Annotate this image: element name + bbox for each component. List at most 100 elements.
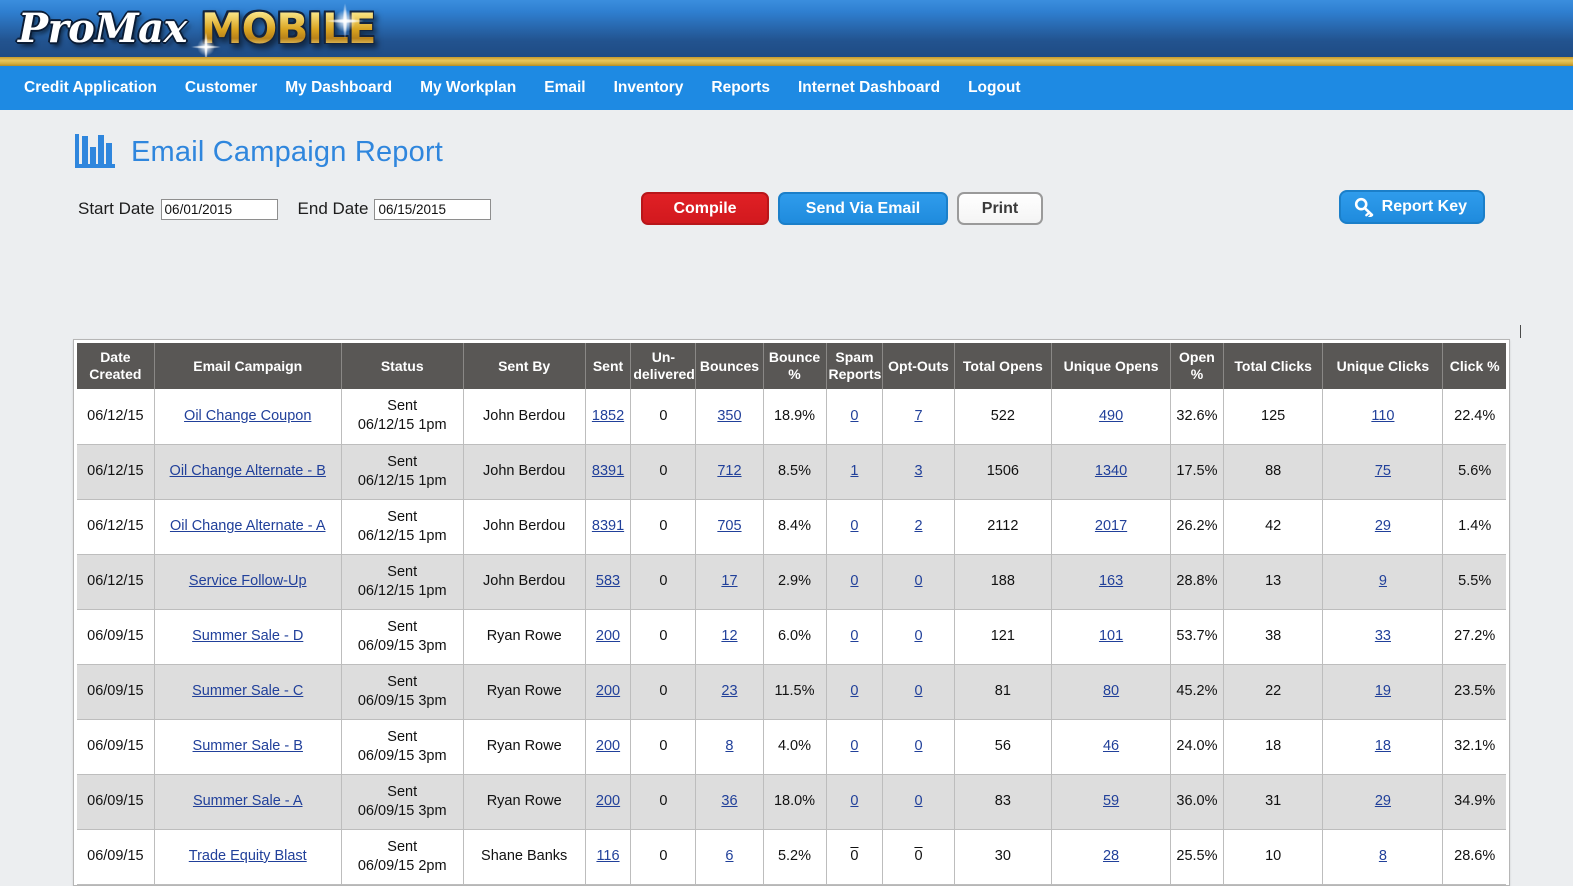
nav-item-customer[interactable]: Customer bbox=[171, 66, 271, 110]
nav-item-credit-application[interactable]: Credit Application bbox=[10, 66, 171, 110]
opt-outs-link[interactable]: 2 bbox=[914, 518, 922, 534]
bounces-link[interactable]: 23 bbox=[721, 683, 737, 699]
sent-link[interactable]: 200 bbox=[596, 738, 620, 754]
end-date-input[interactable] bbox=[374, 198, 492, 220]
cell-total-opens: 188 bbox=[953, 554, 1053, 610]
spam-reports-link[interactable]: 0 bbox=[850, 793, 858, 809]
column-header-spam-reports[interactable]: Spam Reports bbox=[826, 343, 884, 389]
nav-item-logout[interactable]: Logout bbox=[954, 66, 1035, 110]
cell-sent-by: Ryan Rowe bbox=[462, 664, 586, 720]
opt-outs-link[interactable]: 0 bbox=[914, 628, 922, 644]
opt-outs-link[interactable]: 0 bbox=[914, 683, 922, 699]
spam-reports-link[interactable]: 0 bbox=[850, 573, 858, 589]
print-button[interactable]: Print bbox=[957, 192, 1043, 225]
cell-undelivered: 0 bbox=[630, 664, 697, 720]
cell-open-pct: 26.2% bbox=[1170, 499, 1224, 555]
column-header-opt-outs[interactable]: Opt-Outs bbox=[882, 343, 955, 389]
unique-clicks-link[interactable]: 33 bbox=[1375, 628, 1391, 644]
column-header-total-clicks[interactable]: Total Clicks bbox=[1223, 343, 1324, 389]
bounces-link[interactable]: 8 bbox=[725, 738, 733, 754]
spam-reports-link[interactable]: 0 bbox=[850, 518, 858, 534]
column-header-status[interactable]: Status bbox=[341, 343, 464, 389]
campaign-link[interactable]: Summer Sale - A bbox=[193, 793, 303, 809]
opt-outs-value[interactable]: 0 bbox=[914, 848, 922, 864]
column-header-unique-opens[interactable]: Unique Opens bbox=[1051, 343, 1172, 389]
nav-item-inventory[interactable]: Inventory bbox=[600, 66, 698, 110]
sent-link[interactable]: 583 bbox=[596, 573, 620, 589]
unique-opens-link[interactable]: 28 bbox=[1103, 848, 1119, 864]
unique-clicks-link[interactable]: 29 bbox=[1375, 518, 1391, 534]
compile-button[interactable]: Compile bbox=[641, 192, 769, 225]
nav-item-internet-dashboard[interactable]: Internet Dashboard bbox=[784, 66, 954, 110]
campaign-link[interactable]: Summer Sale - D bbox=[192, 628, 303, 644]
sent-link[interactable]: 200 bbox=[596, 793, 620, 809]
sent-link[interactable]: 8391 bbox=[592, 463, 624, 479]
unique-clicks-link[interactable]: 29 bbox=[1375, 793, 1391, 809]
campaign-link[interactable]: Summer Sale - C bbox=[192, 683, 303, 699]
bounces-link[interactable]: 6 bbox=[725, 848, 733, 864]
unique-clicks-link[interactable]: 8 bbox=[1379, 848, 1387, 864]
sent-link[interactable]: 8391 bbox=[592, 518, 624, 534]
unique-opens-link[interactable]: 80 bbox=[1103, 683, 1119, 699]
campaign-link[interactable]: Oil Change Coupon bbox=[184, 408, 311, 424]
campaign-link[interactable]: Oil Change Alternate - A bbox=[170, 518, 326, 534]
column-header-date-created[interactable]: Date Created bbox=[77, 343, 155, 389]
bounces-link[interactable]: 350 bbox=[717, 408, 741, 424]
unique-opens-link[interactable]: 59 bbox=[1103, 793, 1119, 809]
opt-outs-link[interactable]: 7 bbox=[914, 408, 922, 424]
column-header-open-pct[interactable]: Open % bbox=[1170, 343, 1224, 389]
report-key-button[interactable]: Report Key bbox=[1338, 190, 1485, 224]
unique-clicks-link[interactable]: 75 bbox=[1375, 463, 1391, 479]
spam-reports-link[interactable]: 0 bbox=[850, 408, 858, 424]
opt-outs-link[interactable]: 3 bbox=[914, 463, 922, 479]
unique-opens-link[interactable]: 46 bbox=[1103, 738, 1119, 754]
bounces-link[interactable]: 705 bbox=[717, 518, 741, 534]
unique-opens-link[interactable]: 2017 bbox=[1095, 518, 1127, 534]
bounces-link[interactable]: 17 bbox=[721, 573, 737, 589]
bounces-link[interactable]: 712 bbox=[717, 463, 741, 479]
unique-clicks-link[interactable]: 9 bbox=[1379, 573, 1387, 589]
unique-opens-link[interactable]: 1340 bbox=[1095, 463, 1127, 479]
spam-reports-link[interactable]: 0 bbox=[850, 683, 858, 699]
column-header-unique-clicks[interactable]: Unique Clicks bbox=[1322, 343, 1444, 389]
sent-link[interactable]: 200 bbox=[596, 683, 620, 699]
sent-link[interactable]: 1852 bbox=[592, 408, 624, 424]
send-via-email-button[interactable]: Send Via Email bbox=[778, 192, 948, 225]
unique-opens-link[interactable]: 163 bbox=[1099, 573, 1123, 589]
unique-opens-link[interactable]: 101 bbox=[1099, 628, 1123, 644]
spam-reports-link[interactable]: 0 bbox=[850, 738, 858, 754]
spam-reports-value[interactable]: 0 bbox=[850, 848, 858, 864]
report-toolbar: Start Date End Date Compile Send Via Ema… bbox=[0, 186, 1573, 232]
column-header-total-opens[interactable]: Total Opens bbox=[954, 343, 1053, 389]
unique-clicks-link[interactable]: 18 bbox=[1375, 738, 1391, 754]
nav-item-my-workplan[interactable]: My Workplan bbox=[406, 66, 530, 110]
campaign-link[interactable]: Service Follow-Up bbox=[189, 573, 307, 589]
opt-outs-link[interactable]: 0 bbox=[914, 738, 922, 754]
unique-clicks-link[interactable]: 110 bbox=[1371, 408, 1394, 424]
column-header-undelivered[interactable]: Un-delivered bbox=[630, 343, 697, 389]
campaign-link[interactable]: Oil Change Alternate - B bbox=[170, 463, 326, 479]
nav-item-email[interactable]: Email bbox=[530, 66, 599, 110]
start-date-input[interactable] bbox=[160, 198, 278, 220]
column-header-bounce-pct[interactable]: Bounce % bbox=[763, 343, 827, 389]
spam-reports-link[interactable]: 1 bbox=[850, 463, 858, 479]
bounces-link[interactable]: 12 bbox=[721, 628, 737, 644]
cell-click-pct: 32.1% bbox=[1442, 719, 1506, 775]
unique-clicks-link[interactable]: 19 bbox=[1375, 683, 1391, 699]
spam-reports-link[interactable]: 0 bbox=[850, 628, 858, 644]
campaign-link[interactable]: Summer Sale - B bbox=[193, 738, 303, 754]
column-header-email-campaign[interactable]: Email Campaign bbox=[154, 343, 342, 389]
column-header-sent[interactable]: Sent bbox=[585, 343, 632, 389]
column-header-sent-by[interactable]: Sent By bbox=[463, 343, 586, 389]
opt-outs-link[interactable]: 0 bbox=[914, 573, 922, 589]
sent-link[interactable]: 116 bbox=[596, 848, 619, 864]
sent-link[interactable]: 200 bbox=[596, 628, 620, 644]
column-header-click-pct[interactable]: Click % bbox=[1442, 343, 1506, 389]
nav-item-reports[interactable]: Reports bbox=[697, 66, 784, 110]
nav-item-my-dashboard[interactable]: My Dashboard bbox=[271, 66, 406, 110]
campaign-link[interactable]: Trade Equity Blast bbox=[189, 848, 307, 864]
column-header-bounces[interactable]: Bounces bbox=[695, 343, 764, 389]
unique-opens-link[interactable]: 490 bbox=[1099, 408, 1123, 424]
bounces-link[interactable]: 36 bbox=[721, 793, 737, 809]
opt-outs-link[interactable]: 0 bbox=[914, 793, 922, 809]
